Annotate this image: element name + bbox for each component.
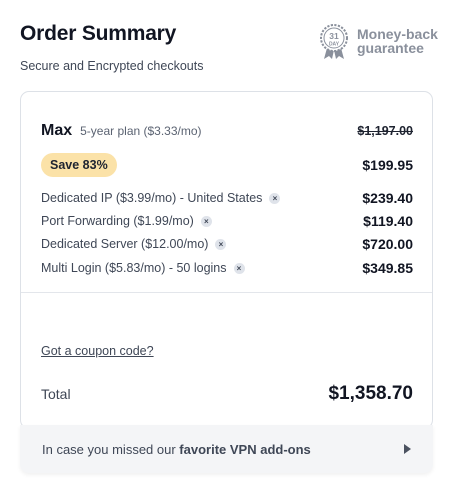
order-card: Max 5-year plan ($3.33/mo) $1,197.00 Sav… <box>20 91 433 429</box>
addon-label: Port Forwarding ($1.99/mo) <box>41 214 194 228</box>
discount-row: Save 83% $199.95 <box>41 153 413 177</box>
addon-price: $119.40 <box>363 213 413 229</box>
addon-label: Multi Login ($5.83/mo) - 50 logins <box>41 261 227 275</box>
save-badge: Save 83% <box>41 153 117 177</box>
divider <box>21 292 432 293</box>
seal-icon: 31 DAY <box>318 24 350 60</box>
addon-price: $239.40 <box>362 190 413 206</box>
money-back-badge: 31 DAY Money-back guarantee <box>318 24 438 60</box>
promo-prefix: In case you missed our <box>42 441 180 457</box>
plan-original-price: $1,197.00 <box>357 124 413 138</box>
guarantee-line2: guarantee <box>357 40 424 56</box>
addon-row: Multi Login ($5.83/mo) - 50 logins × $34… <box>41 260 413 276</box>
guarantee-line1: Money-back <box>357 26 438 42</box>
seal-number: 31 <box>329 31 339 41</box>
addons-promo-bar[interactable]: In case you missed our favorite VPN add-… <box>20 425 433 473</box>
remove-addon-button[interactable]: × <box>200 215 212 227</box>
addon-price: $349.85 <box>362 260 413 276</box>
plan-row: Max 5-year plan ($3.33/mo) $1,197.00 <box>41 122 413 140</box>
promo-bold: favorite VPN add-ons <box>179 441 311 457</box>
chevron-right-icon[interactable] <box>404 444 411 454</box>
total-value: $1,358.70 <box>328 383 413 404</box>
total-row: Total $1,358.70 <box>41 383 413 405</box>
total-label: Total <box>41 386 71 402</box>
page-subtitle: Secure and Encrypted checkouts <box>20 59 204 73</box>
plan-price: $199.95 <box>362 157 413 173</box>
addon-price: $720.00 <box>362 236 413 252</box>
remove-addon-button[interactable]: × <box>233 262 245 274</box>
addon-label: Dedicated Server ($12.00/mo) <box>41 237 209 251</box>
addon-label: Dedicated IP ($3.99/mo) - United States <box>41 191 263 205</box>
remove-addon-button[interactable]: × <box>215 238 227 250</box>
addon-row: Dedicated IP ($3.99/mo) - United States … <box>41 190 413 206</box>
header: Order Summary <box>20 22 176 46</box>
plan-description: 5-year plan ($3.33/mo) <box>80 124 202 138</box>
promo-text: In case you missed our favorite VPN add-… <box>42 442 311 457</box>
guarantee-text: Money-back guarantee <box>357 27 438 55</box>
remove-addon-button[interactable]: × <box>269 192 281 204</box>
coupon-link[interactable]: Got a coupon code? <box>41 344 154 358</box>
addon-row: Dedicated Server ($12.00/mo) × $720.00 <box>41 236 413 252</box>
page-title: Order Summary <box>20 22 177 45</box>
plan-name: Max <box>41 122 73 139</box>
seal-unit: DAY <box>329 42 340 48</box>
addon-row: Port Forwarding ($1.99/mo) × $119.40 <box>41 213 413 229</box>
